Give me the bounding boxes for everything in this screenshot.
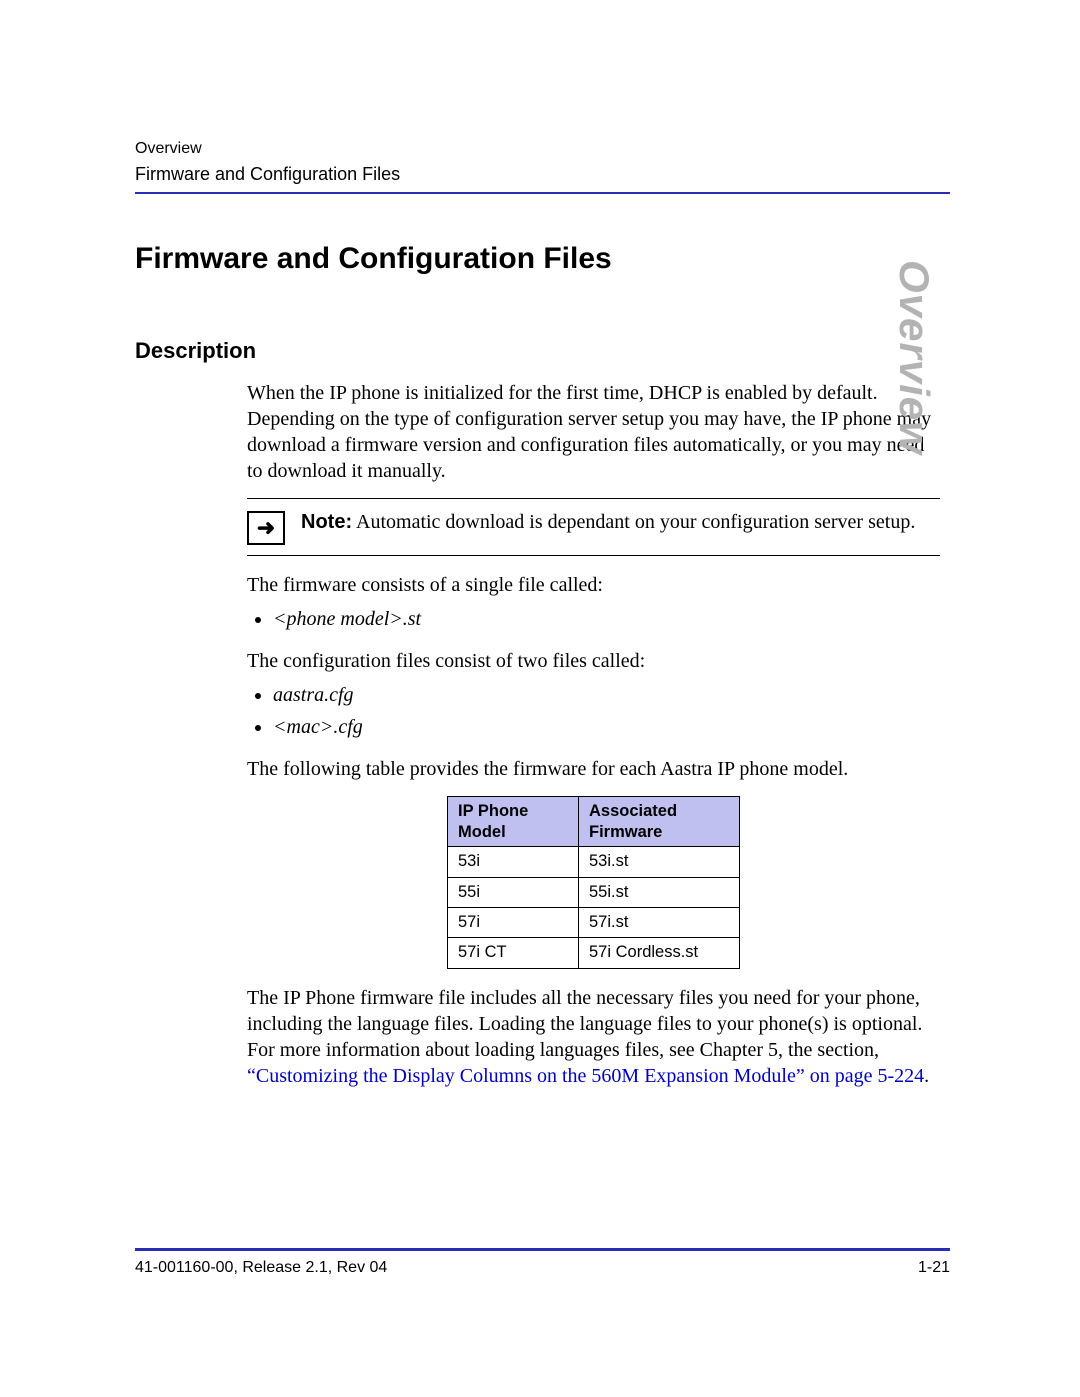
page-footer: 41-001160-00, Release 2.1, Rev 04 1-21 xyxy=(135,1248,950,1277)
footer-rule xyxy=(135,1248,950,1251)
header-topic: Firmware and Configuration Files xyxy=(135,162,950,186)
running-header: Overview Firmware and Configuration File… xyxy=(135,138,950,186)
list-item: aastra.cfg xyxy=(273,682,940,708)
col-header-firmware: Associated Firmware xyxy=(579,796,740,846)
note-label: Note: xyxy=(301,511,352,533)
table-row: 53i 53i.st xyxy=(448,847,740,877)
cell-model: 55i xyxy=(448,877,579,907)
firmware-table: IP Phone Model Associated Firmware 53i 5… xyxy=(447,796,740,969)
note-body: Automatic download is dependant on your … xyxy=(352,511,915,533)
table-header-row: IP Phone Model Associated Firmware xyxy=(448,796,740,846)
arrow-right-icon: ➜ xyxy=(247,511,285,545)
note-text: Note: Automatic download is dependant on… xyxy=(301,509,915,535)
cross-reference-link[interactable]: “Customizing the Display Columns on the … xyxy=(247,1065,924,1087)
cell-firmware: 53i.st xyxy=(579,847,740,877)
document-page: Overview Firmware and Configuration File… xyxy=(0,0,1080,1089)
config-list: aastra.cfg <mac>.cfg xyxy=(247,682,940,740)
closing-prefix: The IP Phone firmware file includes all … xyxy=(247,987,922,1061)
header-rule xyxy=(135,192,950,194)
table-row: 55i 55i.st xyxy=(448,877,740,907)
note-rule-bottom xyxy=(247,555,940,556)
section-heading-description: Description xyxy=(135,338,950,364)
cell-firmware: 57i.st xyxy=(579,908,740,938)
table-row: 57i 57i.st xyxy=(448,908,740,938)
body-column: When the IP phone is initialized for the… xyxy=(247,380,940,1089)
list-item: <phone model>.st xyxy=(273,606,940,632)
config-line: The configuration files consist of two f… xyxy=(247,648,940,674)
footer-page-number: 1-21 xyxy=(918,1259,950,1277)
col-header-model: IP Phone Model xyxy=(448,796,579,846)
page-title: Firmware and Configuration Files xyxy=(135,242,950,276)
cell-firmware: 55i.st xyxy=(579,877,740,907)
intro-paragraph: When the IP phone is initialized for the… xyxy=(247,380,940,484)
note-block: ➜ Note: Automatic download is dependant … xyxy=(247,498,940,556)
firmware-list: <phone model>.st xyxy=(247,606,940,632)
firmware-line: The firmware consists of a single file c… xyxy=(247,572,940,598)
cell-model: 57i xyxy=(448,908,579,938)
table-row: 57i CT 57i Cordless.st xyxy=(448,938,740,968)
footer-doc-id: 41-001160-00, Release 2.1, Rev 04 xyxy=(135,1259,387,1277)
closing-paragraph: The IP Phone firmware file includes all … xyxy=(247,985,940,1089)
closing-suffix: . xyxy=(924,1065,929,1087)
list-item: <mac>.cfg xyxy=(273,714,940,740)
header-section: Overview xyxy=(135,138,950,160)
side-tab-label: Overview xyxy=(890,260,938,455)
cell-firmware: 57i Cordless.st xyxy=(579,938,740,968)
cell-model: 53i xyxy=(448,847,579,877)
firmware-table-wrap: IP Phone Model Associated Firmware 53i 5… xyxy=(247,796,940,969)
table-intro: The following table provides the firmwar… xyxy=(247,756,940,782)
cell-model: 57i CT xyxy=(448,938,579,968)
